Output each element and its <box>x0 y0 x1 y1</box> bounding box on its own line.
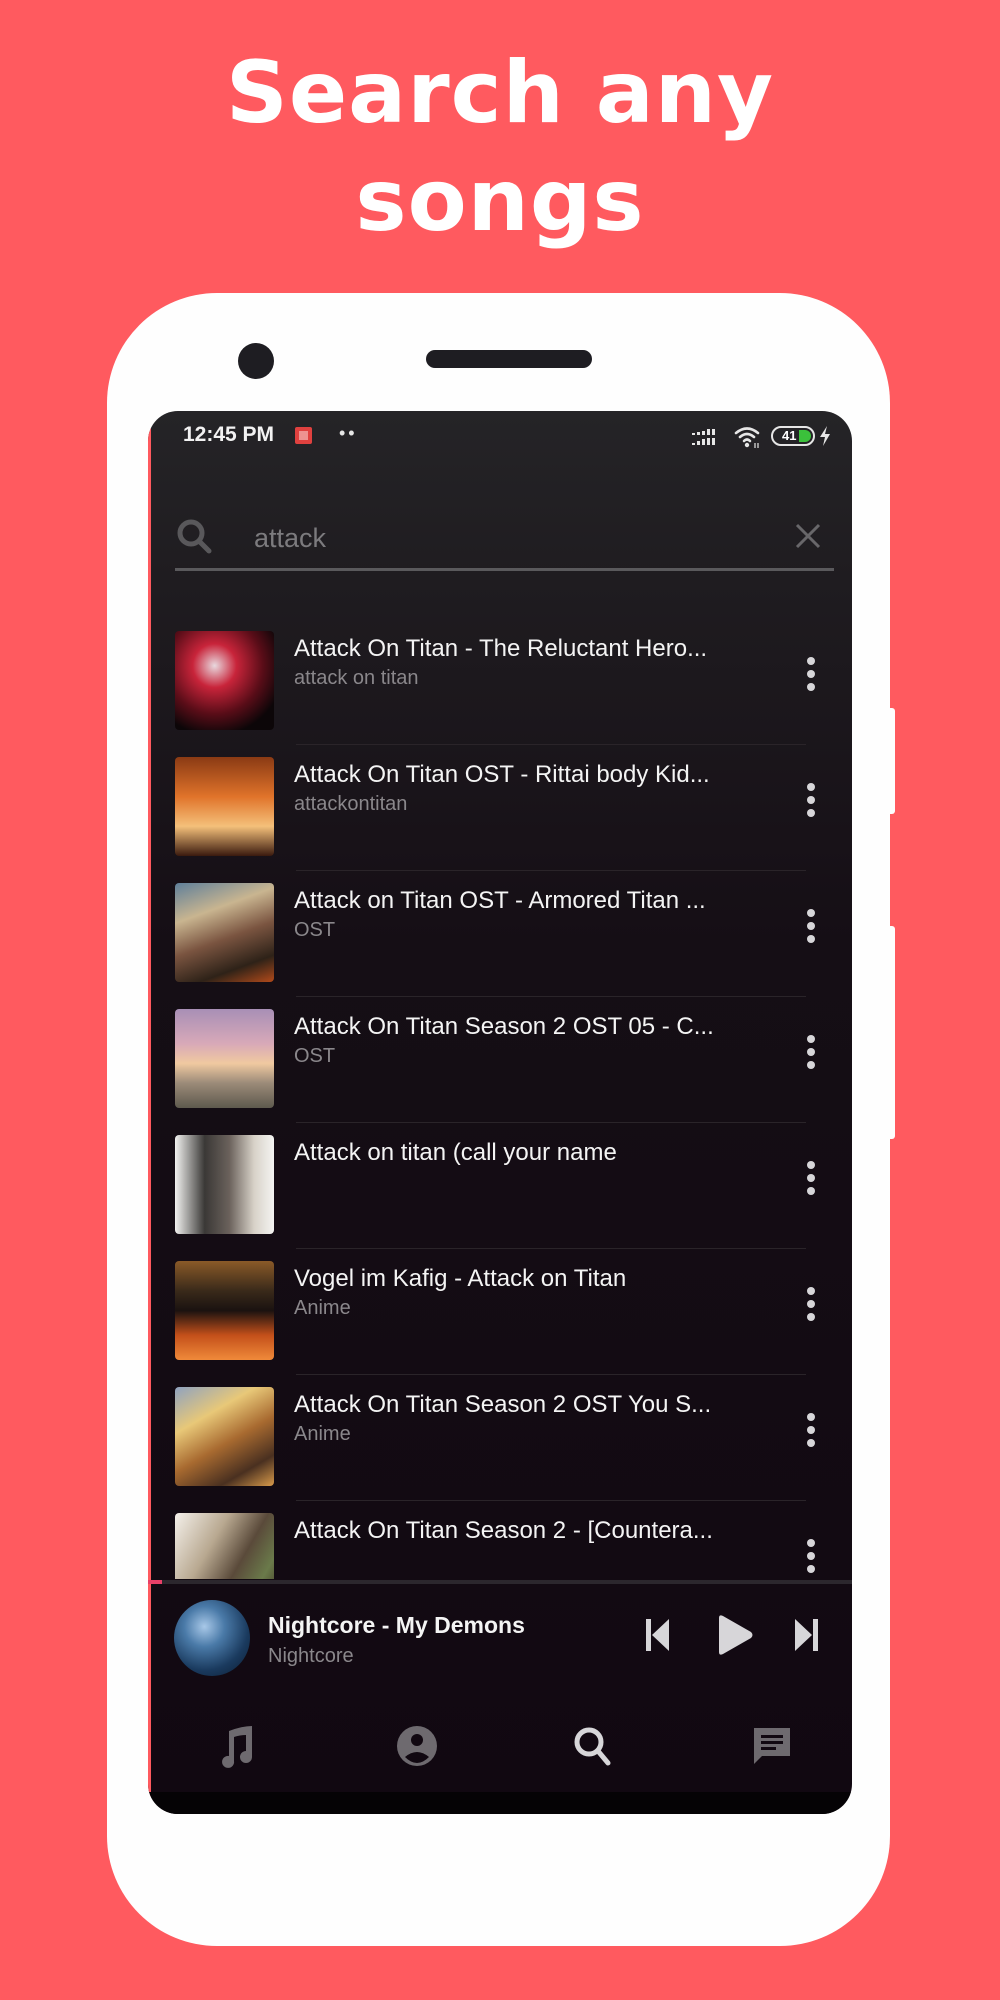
previous-track-icon[interactable] <box>646 1618 670 1652</box>
search-bar <box>175 507 834 571</box>
result-row[interactable]: Attack On Titan OST - Rittai body Kid...… <box>148 747 852 873</box>
more-options-icon[interactable] <box>801 1537 821 1577</box>
result-thumbnail <box>175 1513 274 1579</box>
result-row[interactable]: Attack On Titan Season 2 OST 05 - C... O… <box>148 999 852 1125</box>
result-row[interactable]: Attack on titan (call your name <box>148 1125 852 1251</box>
phone-power-button <box>888 926 895 1139</box>
result-subtitle: Anime <box>294 1423 351 1445</box>
result-title: Attack On Titan Season 2 OST 05 - C... <box>294 1013 714 1040</box>
result-title: Vogel im Kafig - Attack on Titan <box>294 1265 627 1292</box>
more-options-icon[interactable] <box>801 655 821 695</box>
result-title: Attack On Titan OST - Rittai body Kid... <box>294 761 710 788</box>
now-playing-artwork <box>174 1600 250 1676</box>
chat-icon[interactable] <box>747 1721 797 1771</box>
now-playing-artist: Nightcore <box>268 1645 354 1667</box>
more-options-icon[interactable] <box>801 1033 821 1073</box>
result-title: Attack On Titan - The Reluctant Hero... <box>294 635 708 662</box>
result-thumbnail <box>175 1009 274 1108</box>
result-thumbnail <box>175 1135 274 1234</box>
row-divider <box>296 1122 806 1123</box>
result-row[interactable]: Attack On Titan Season 2 - [Countera... <box>148 1503 852 1579</box>
result-thumbnail <box>175 631 274 730</box>
mini-player[interactable]: Nightcore - My Demons Nightcore <box>148 1584 852 1688</box>
bottom-navigation <box>148 1701 852 1791</box>
phone-volume-button <box>888 708 895 814</box>
wifi-icon <box>734 427 760 448</box>
charging-icon <box>820 426 830 446</box>
result-thumbnail <box>175 757 274 856</box>
result-title: Attack on titan (call your name <box>294 1139 617 1166</box>
more-options-icon[interactable] <box>801 1285 821 1325</box>
row-divider <box>296 744 806 745</box>
result-title: Attack On Titan Season 2 - [Countera... <box>294 1517 713 1544</box>
result-title: Attack on Titan OST - Armored Titan ... <box>294 887 706 914</box>
more-options-icon[interactable] <box>801 907 821 947</box>
more-options-icon[interactable] <box>801 1411 821 1451</box>
phone-screen: 12:45 PM •• 41 attack Attack On Titan - … <box>148 411 852 1814</box>
headline-line-1: Search any <box>225 43 775 143</box>
more-options-icon[interactable] <box>801 1159 821 1199</box>
row-divider <box>296 870 806 871</box>
result-row[interactable]: Attack On Titan Season 2 OST You S... An… <box>148 1377 852 1503</box>
result-subtitle: attackontitan <box>294 793 408 815</box>
signal-icon <box>692 429 715 445</box>
result-subtitle: OST <box>294 1045 336 1067</box>
music-note-icon[interactable] <box>212 1721 262 1771</box>
result-thumbnail <box>175 1261 274 1360</box>
now-playing-title: Nightcore - My Demons <box>268 1612 525 1638</box>
result-row[interactable]: Attack On Titan - The Reluctant Hero... … <box>148 621 852 747</box>
search-tab-icon[interactable] <box>568 1721 618 1771</box>
row-divider <box>296 1500 806 1501</box>
result-thumbnail <box>175 883 274 982</box>
result-subtitle: Anime <box>294 1297 351 1319</box>
headline-line-2: songs <box>355 151 645 251</box>
system-nav-strip <box>148 1792 852 1814</box>
row-divider <box>296 1374 806 1375</box>
search-icon <box>177 519 212 554</box>
battery-level: 41 <box>782 428 797 443</box>
row-divider <box>296 1248 806 1249</box>
status-bar: 12:45 PM •• 41 <box>148 411 852 463</box>
status-time: 12:45 PM <box>183 423 275 446</box>
search-results-list: Attack On Titan - The Reluctant Hero... … <box>148 621 852 1579</box>
more-options-icon[interactable] <box>801 781 821 821</box>
battery-icon: 41 <box>771 426 815 446</box>
app-notification-icon <box>295 427 312 444</box>
result-thumbnail <box>175 1387 274 1486</box>
result-row[interactable]: Vogel im Kafig - Attack on Titan Anime <box>148 1251 852 1377</box>
result-title: Attack On Titan Season 2 OST You S... <box>294 1391 712 1418</box>
search-input[interactable] <box>254 521 754 555</box>
result-subtitle: OST <box>294 919 336 941</box>
phone-camera <box>238 343 274 379</box>
account-circle-icon[interactable] <box>392 1721 442 1771</box>
next-track-icon[interactable] <box>794 1618 818 1652</box>
result-subtitle: attack on titan <box>294 667 419 689</box>
clear-search-icon[interactable] <box>791 519 825 553</box>
play-icon[interactable] <box>713 1614 755 1656</box>
row-divider <box>296 996 806 997</box>
phone-speaker <box>426 350 592 368</box>
result-row[interactable]: Attack on Titan OST - Armored Titan ... … <box>148 873 852 999</box>
more-notifications-icon: •• <box>339 423 358 443</box>
